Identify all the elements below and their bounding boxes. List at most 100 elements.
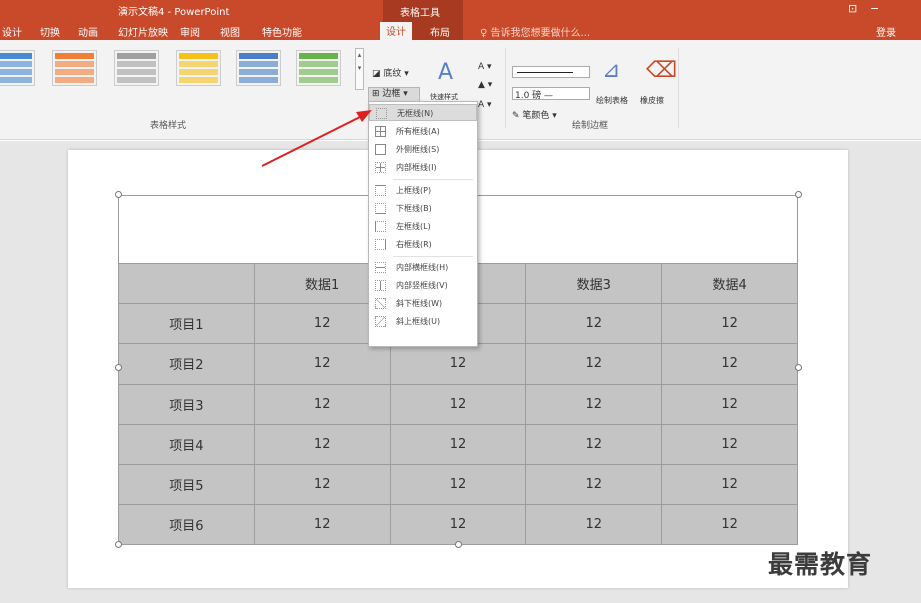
pen-style-select[interactable]: [512, 66, 590, 78]
table-cell[interactable]: 12: [525, 423, 663, 465]
table-row: 项目6 12 12 12 12: [118, 503, 798, 546]
shading-button[interactable]: ◪ 底纹 ▾: [372, 66, 409, 79]
table-style-swatch[interactable]: [176, 50, 221, 86]
table-cell[interactable]: 12: [253, 343, 391, 385]
pen-color-label: 笔颜色: [522, 111, 550, 121]
menu-item-label: 下框线(B): [396, 204, 432, 213]
right-border-icon: [375, 239, 386, 250]
table-row: 项目4 12 12 12 12: [118, 423, 798, 465]
text-effects-icon[interactable]: A ▾: [478, 100, 492, 110]
tab-view[interactable]: 视图: [220, 24, 240, 39]
swatch-row: [55, 53, 94, 59]
header-cell[interactable]: [118, 263, 255, 305]
table-style-swatch[interactable]: [236, 50, 281, 86]
eraser-icon[interactable]: ⌫: [646, 58, 677, 83]
table-cell[interactable]: 12: [661, 383, 798, 425]
table-cell[interactable]: 12: [661, 303, 798, 345]
text-outline-icon[interactable]: ▲ ▾: [478, 80, 492, 90]
tab-design-main[interactable]: 设计: [2, 24, 22, 39]
styles-gallery-scroll[interactable]: ▴ ▾: [355, 48, 364, 90]
resize-handle[interactable]: [795, 364, 802, 371]
table-cell[interactable]: 12: [253, 503, 391, 546]
resize-handle[interactable]: [115, 364, 122, 371]
table-row: 项目2 12 12 12 12: [118, 343, 798, 385]
swatch-row: [299, 53, 338, 59]
table-cell[interactable]: 项目1: [118, 303, 255, 345]
table-cell[interactable]: 12: [661, 463, 798, 505]
resize-handle[interactable]: [795, 191, 802, 198]
menu-item-inside-horizontal[interactable]: 内部横框线(H): [369, 259, 477, 276]
table-cell[interactable]: 项目2: [118, 343, 255, 385]
chevron-down-icon[interactable]: ▾: [358, 64, 362, 72]
table-cell[interactable]: 12: [389, 423, 527, 465]
menu-item-diagonal-up[interactable]: 斜上框线(U): [369, 313, 477, 330]
table-cell[interactable]: 12: [389, 343, 527, 385]
table-cell[interactable]: 12: [525, 343, 663, 385]
table-cell[interactable]: 12: [525, 463, 663, 505]
pen-weight-select[interactable]: 1.0 磅 —: [512, 87, 590, 101]
diagonal-up-border-icon: [375, 316, 386, 327]
tab-review[interactable]: 审阅: [180, 24, 200, 39]
menu-item-diagonal-down[interactable]: 斜下框线(W): [369, 295, 477, 312]
table-style-swatch[interactable]: [296, 50, 341, 86]
tab-transitions[interactable]: 切换: [40, 24, 60, 39]
draw-borders-group-label: 绘制边框: [572, 121, 609, 131]
border-button[interactable]: ⊞ 边框 ▾: [368, 87, 420, 102]
menu-item-inside-vertical[interactable]: 内部竖框线(V): [369, 277, 477, 294]
header-cell[interactable]: 数据4: [661, 263, 798, 305]
draw-table-icon[interactable]: ⊿: [602, 58, 620, 83]
table-cell[interactable]: 12: [525, 383, 663, 425]
menu-item-outside-borders[interactable]: 外侧框线(S): [369, 141, 477, 158]
table-cell[interactable]: 12: [253, 463, 391, 505]
minimize-icon[interactable]: −: [870, 2, 879, 15]
resize-handle[interactable]: [115, 191, 122, 198]
table-style-swatch[interactable]: [114, 50, 159, 86]
swatch-row: [179, 61, 218, 67]
restore-icon[interactable]: ⊡: [848, 2, 857, 15]
chevron-up-icon[interactable]: ▴: [358, 51, 362, 59]
menu-item-no-border[interactable]: 无框线(N): [369, 104, 477, 121]
tab-slideshow[interactable]: 幻灯片放映: [118, 24, 168, 39]
header-cell[interactable]: 数据3: [525, 263, 663, 305]
table-cell[interactable]: 12: [525, 303, 663, 345]
menu-item-inside-borders[interactable]: 内部框线(I): [369, 159, 477, 176]
table-cell[interactable]: 12: [661, 423, 798, 465]
table-cell[interactable]: 项目5: [118, 463, 255, 505]
tab-table-design[interactable]: 设计: [380, 22, 412, 42]
table-cell[interactable]: 项目6: [118, 503, 255, 546]
table-cell[interactable]: 项目3: [118, 383, 255, 425]
menu-item-label: 左框线(L): [396, 222, 431, 231]
menu-item-all-borders[interactable]: 所有框线(A): [369, 123, 477, 140]
table-cell[interactable]: 12: [525, 503, 663, 546]
table-cell[interactable]: 12: [389, 383, 527, 425]
table-cell[interactable]: 12: [389, 463, 527, 505]
no-border-icon: [376, 108, 387, 119]
table-cell[interactable]: 12: [253, 383, 391, 425]
tab-table-layout[interactable]: 布局: [430, 24, 450, 39]
table-cell[interactable]: 12: [389, 503, 527, 546]
tab-special-features[interactable]: 特色功能: [262, 24, 302, 39]
table-style-swatch[interactable]: [0, 50, 35, 86]
table-cell[interactable]: 12: [661, 343, 798, 385]
menu-item-top-border[interactable]: 上框线(P): [369, 182, 477, 199]
menu-item-bottom-border[interactable]: 下框线(B): [369, 200, 477, 217]
table-style-swatch[interactable]: [52, 50, 97, 86]
login-link[interactable]: 登录: [876, 24, 896, 39]
text-fill-icon[interactable]: A ▾: [478, 62, 492, 72]
tell-me-search[interactable]: ♀ 告诉我您想要做什么...: [480, 24, 590, 39]
tab-animations[interactable]: 动画: [78, 24, 98, 39]
inside-horizontal-border-icon: [375, 262, 386, 273]
resize-handle[interactable]: [455, 541, 462, 548]
swatch-row: [299, 61, 338, 67]
draw-table-label[interactable]: 绘制表格: [596, 95, 628, 106]
eraser-label[interactable]: 橡皮擦: [640, 95, 664, 106]
menu-item-label: 内部横框线(H): [396, 263, 449, 272]
wordart-a-icon[interactable]: A: [438, 60, 453, 85]
table-cell[interactable]: 12: [253, 423, 391, 465]
pen-color-button[interactable]: ✎ 笔颜色 ▾: [512, 108, 557, 121]
menu-item-left-border[interactable]: 左框线(L): [369, 218, 477, 235]
table-cell[interactable]: 项目4: [118, 423, 255, 465]
table-cell[interactable]: 12: [661, 503, 798, 546]
resize-handle[interactable]: [115, 541, 122, 548]
menu-item-right-border[interactable]: 右框线(R): [369, 236, 477, 253]
